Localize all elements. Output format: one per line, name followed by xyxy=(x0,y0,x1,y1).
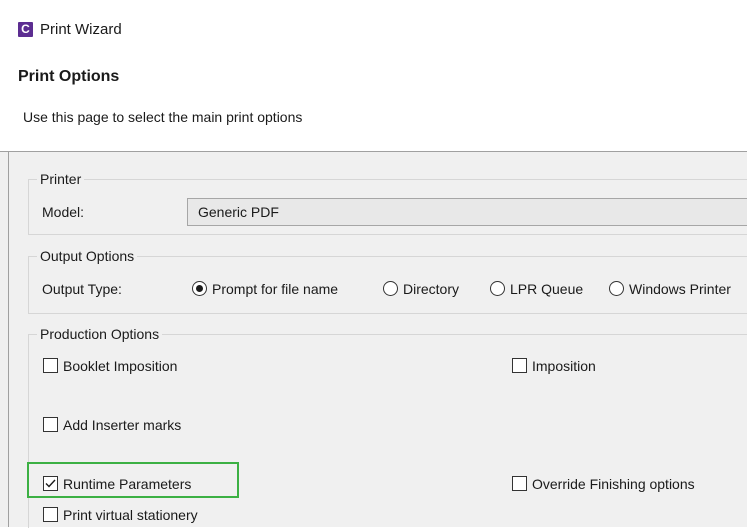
page-description: Use this page to select the main print o… xyxy=(23,109,303,125)
app-logo-icon: C xyxy=(18,22,33,37)
label-override-finishing-options[interactable]: Override Finishing options xyxy=(532,476,695,492)
radio-label-prompt-for-file-name[interactable]: Prompt for file name xyxy=(212,281,338,297)
page-title: Print Options xyxy=(18,68,120,85)
highlight-box xyxy=(27,462,239,498)
production-options-legend: Production Options xyxy=(37,326,163,342)
output-type-label: Output Type: xyxy=(42,281,122,297)
radio-prompt-for-file-name[interactable] xyxy=(192,281,207,296)
radio-windows-printer[interactable] xyxy=(609,281,624,296)
radio-label-lpr-queue[interactable]: LPR Queue xyxy=(510,281,583,297)
radio-directory[interactable] xyxy=(383,281,398,296)
label-add-inserter-marks[interactable]: Add Inserter marks xyxy=(63,417,181,433)
label-imposition[interactable]: Imposition xyxy=(532,358,596,374)
wizard-header: Print Options Use this page to select th… xyxy=(0,54,747,151)
output-options-legend: Output Options xyxy=(37,248,138,264)
window-title: Print Wizard xyxy=(40,21,122,38)
radio-label-directory[interactable]: Directory xyxy=(403,281,459,297)
checkbox-add-inserter-marks[interactable] xyxy=(43,417,58,432)
checkbox-override-finishing-options[interactable] xyxy=(512,476,527,491)
checkbox-imposition[interactable] xyxy=(512,358,527,373)
title-bar: C Print Wizard xyxy=(0,0,747,54)
radio-label-windows-printer[interactable]: Windows Printer xyxy=(629,281,731,297)
label-print-virtual-stationery[interactable]: Print virtual stationery xyxy=(63,507,198,523)
radio-selected-dot xyxy=(196,285,203,292)
radio-lpr-queue[interactable] xyxy=(490,281,505,296)
content-border xyxy=(8,152,9,527)
printer-group-legend: Printer xyxy=(37,171,85,187)
checkbox-print-virtual-stationery[interactable] xyxy=(43,507,58,522)
model-value: Generic PDF xyxy=(198,204,279,220)
model-field[interactable]: Generic PDF xyxy=(187,198,747,226)
model-label: Model: xyxy=(42,204,85,220)
checkbox-booklet-imposition[interactable] xyxy=(43,358,58,373)
label-booklet-imposition[interactable]: Booklet Imposition xyxy=(63,358,177,374)
